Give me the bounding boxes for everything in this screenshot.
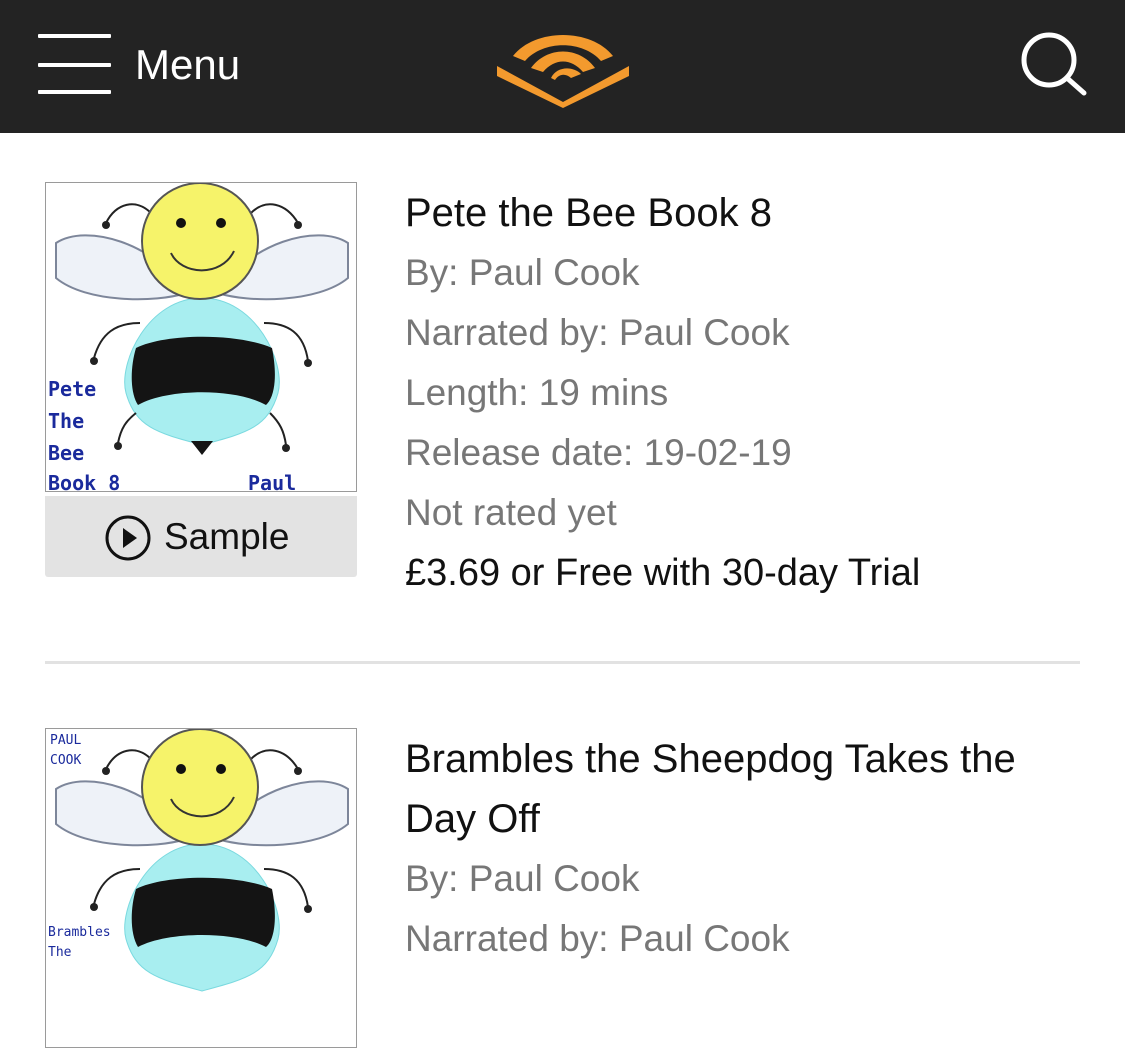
cover-title-line: Pete bbox=[48, 377, 97, 401]
cover-author-line: PAUL bbox=[50, 733, 82, 748]
book-length: Length: 19 mins bbox=[405, 372, 669, 413]
cover-title-line: The bbox=[48, 945, 72, 960]
sample-button[interactable]: Sample bbox=[45, 496, 357, 577]
book-title[interactable]: Brambles the Sheepdog Takes the Day Off bbox=[405, 729, 1085, 849]
cover-title-line: Book 8 bbox=[48, 471, 121, 492]
book-list-item[interactable]: Pete The Bee Book 8 Paul Cook Sample Pet… bbox=[0, 0, 1125, 661]
bee-illustration bbox=[55, 183, 349, 455]
book-title[interactable]: Pete the Bee Book 8 bbox=[405, 183, 1085, 243]
cover-title-line: Bee bbox=[48, 441, 85, 465]
play-icon bbox=[105, 515, 151, 561]
book-rating: Not rated yet bbox=[405, 492, 617, 533]
sample-label: Sample bbox=[164, 516, 290, 557]
book-price: £3.69 or Free with 30-day Trial bbox=[405, 552, 921, 594]
book-narrator[interactable]: Narrated by: Paul Cook bbox=[405, 909, 1085, 969]
cover-author-line: COOK bbox=[50, 753, 82, 768]
book-release-date: Release date: 19-02-19 bbox=[405, 432, 792, 473]
book-author[interactable]: By: Paul Cook bbox=[405, 243, 1085, 303]
book-list-item[interactable]: PAUL COOK Brambles The Brambles the Shee… bbox=[0, 664, 1125, 1048]
book-cover[interactable]: PAUL COOK Brambles The bbox=[45, 728, 357, 1048]
book-author[interactable]: By: Paul Cook bbox=[405, 849, 1085, 909]
cover-title-line: Brambles bbox=[48, 925, 111, 940]
cover-title-line: The bbox=[48, 409, 85, 433]
book-details: Brambles the Sheepdog Takes the Day Off … bbox=[405, 729, 1085, 969]
book-narrator[interactable]: Narrated by: Paul Cook bbox=[405, 303, 1085, 363]
bee-illustration bbox=[55, 729, 349, 992]
cover-author: Paul Cook bbox=[248, 471, 297, 492]
book-details: Pete the Bee Book 8 By: Paul Cook Narrat… bbox=[405, 183, 1085, 603]
book-cover[interactable]: Pete The Bee Book 8 Paul Cook bbox=[45, 182, 357, 492]
